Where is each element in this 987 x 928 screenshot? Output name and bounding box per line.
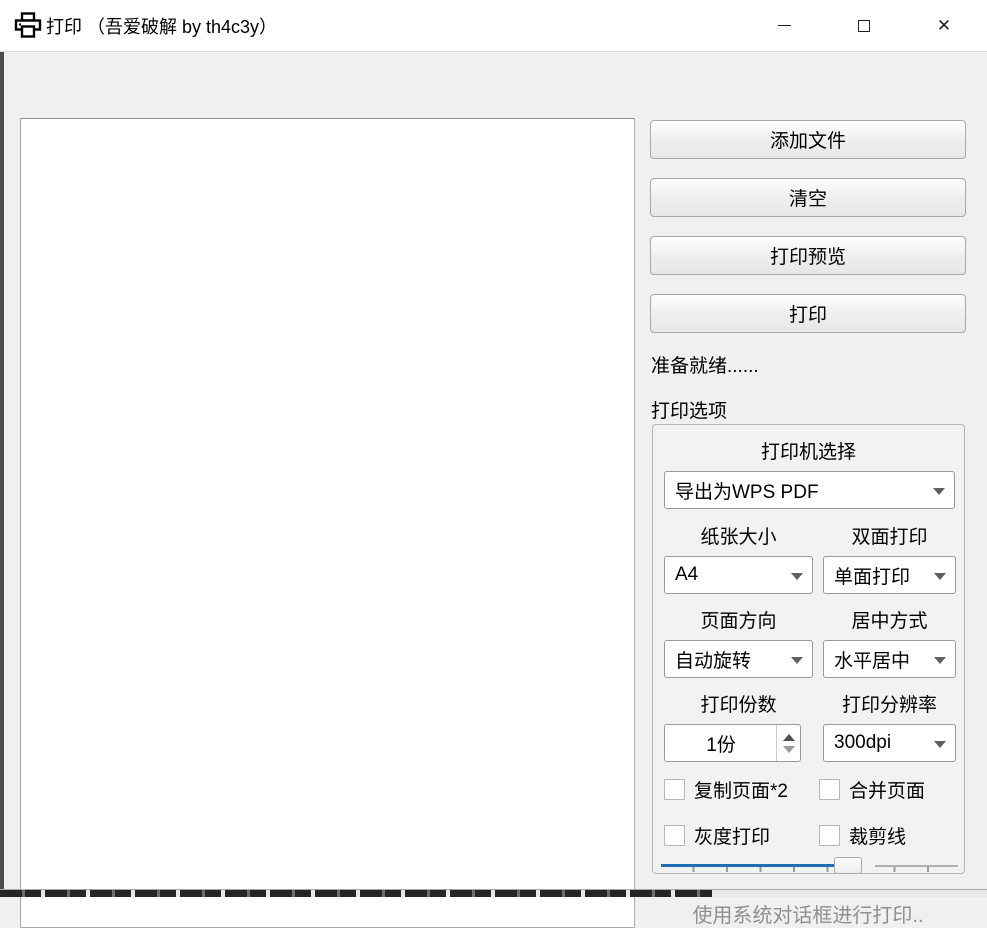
resolution-label: 打印分辨率 — [823, 690, 956, 717]
status-text: 准备就绪...... — [651, 351, 759, 378]
print-options-caption: 打印选项 — [651, 396, 727, 423]
checkbox-label: 灰度打印 — [694, 822, 770, 849]
copies-value: 1份 — [665, 725, 777, 761]
file-list[interactable] — [20, 118, 635, 928]
background-window-left-edge — [0, 52, 4, 897]
chevron-down-icon — [934, 573, 946, 580]
centering-label: 居中方式 — [823, 606, 956, 633]
paper-size-select[interactable]: A4 — [664, 556, 813, 594]
chevron-down-icon — [934, 741, 946, 748]
centering-value: 水平居中 — [834, 646, 910, 673]
slider-thumb[interactable] — [834, 857, 862, 874]
copies-label: 打印份数 — [664, 690, 813, 717]
checkbox-icon[interactable] — [664, 825, 685, 846]
titlebar: 打印 （吾爱破解 by th4c3y） ✕ — [0, 0, 987, 52]
chevron-down-icon — [791, 573, 803, 580]
print-options-group: 打印机选择 导出为WPS PDF 纸张大小 双面打印 A4 单面打印 页面方向 … — [652, 424, 965, 874]
copies-stepper-buttons — [776, 725, 800, 761]
printer-icon — [13, 11, 43, 41]
close-button[interactable]: ✕ — [921, 0, 967, 51]
centering-select[interactable]: 水平居中 — [823, 640, 956, 678]
client-area: 添加文件 清空 打印预览 打印 准备就绪...... 打印选项 打印机选择 导出… — [0, 52, 987, 890]
checkbox-merge-pages[interactable]: 合并页面 — [819, 776, 925, 803]
clear-button[interactable]: 清空 — [650, 178, 966, 217]
checkbox-label: 复制页面*2 — [694, 776, 788, 803]
spinner-up-icon[interactable] — [783, 734, 795, 741]
checkbox-icon[interactable] — [819, 779, 840, 800]
background-window-text-sliver — [0, 890, 712, 897]
duplex-value: 单面打印 — [834, 562, 910, 589]
slider-track-filled[interactable] — [661, 864, 842, 867]
checkbox-grayscale-print[interactable]: 灰度打印 — [664, 822, 770, 849]
checkbox-label: 裁剪线 — [849, 822, 906, 849]
checkbox-crop-lines[interactable]: 裁剪线 — [819, 822, 906, 849]
duplex-label: 双面打印 — [823, 522, 956, 549]
copies-stepper[interactable]: 1份 — [664, 724, 801, 762]
printer-select-label: 打印机选择 — [653, 437, 964, 464]
chevron-down-icon — [791, 657, 803, 664]
print-button[interactable]: 打印 — [650, 294, 966, 333]
resolution-select[interactable]: 300dpi — [823, 724, 956, 762]
chevron-down-icon — [934, 657, 946, 664]
orientation-label: 页面方向 — [664, 606, 813, 633]
minimize-icon — [778, 25, 791, 26]
background-window-bottom-sliver — [0, 890, 987, 897]
printer-select[interactable]: 导出为WPS PDF — [664, 471, 955, 509]
close-icon: ✕ — [937, 17, 951, 34]
resolution-value: 300dpi — [834, 732, 891, 754]
checkbox-icon[interactable] — [819, 825, 840, 846]
paper-size-value: A4 — [675, 564, 698, 586]
maximize-button[interactable] — [841, 0, 887, 51]
window-title: 打印 （吾爱破解 by th4c3y） — [46, 0, 277, 52]
add-file-button[interactable]: 添加文件 — [650, 120, 966, 159]
minimize-button[interactable] — [761, 0, 807, 51]
chevron-down-icon — [933, 488, 945, 495]
checkbox-duplicate-page[interactable]: 复制页面*2 — [664, 776, 788, 803]
checkbox-icon[interactable] — [664, 779, 685, 800]
spinner-down-icon[interactable] — [783, 746, 795, 753]
orientation-value: 自动旋转 — [675, 646, 751, 673]
orientation-select[interactable]: 自动旋转 — [664, 640, 813, 678]
slider-track-rest[interactable] — [875, 865, 958, 867]
system-dialog-print-link[interactable]: 使用系统对话框进行打印.. — [650, 899, 966, 928]
duplex-select[interactable]: 单面打印 — [823, 556, 956, 594]
printer-select-value: 导出为WPS PDF — [675, 477, 819, 504]
print-preview-button[interactable]: 打印预览 — [650, 236, 966, 275]
maximize-icon — [858, 20, 870, 32]
paper-size-label: 纸张大小 — [664, 522, 813, 549]
scale-slider[interactable] — [661, 856, 958, 876]
checkbox-label: 合并页面 — [849, 776, 925, 803]
